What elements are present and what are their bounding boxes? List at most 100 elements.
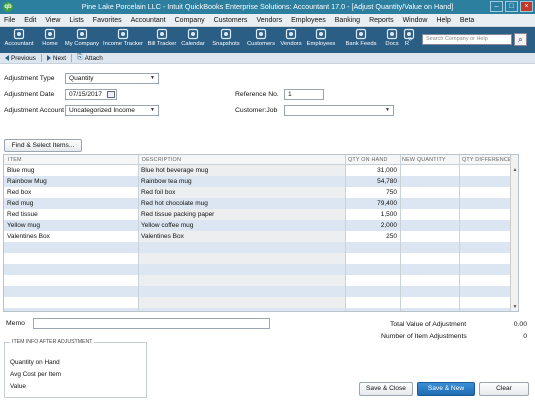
menu-vendors[interactable]: Vendors	[256, 17, 282, 24]
menu-edit[interactable]: Edit	[24, 17, 36, 24]
cell-item[interactable]: Red mug	[7, 198, 135, 209]
menu-beta[interactable]: Beta	[460, 17, 474, 24]
menu-bar: File Edit View Lists Favorites Accountant Comp…	[0, 14, 535, 27]
customer-job-select[interactable]: ▼	[284, 105, 394, 116]
toolbar-vendors-button[interactable]: Vendors	[280, 28, 302, 47]
reference-field[interactable]: 1	[284, 89, 324, 100]
menu-banking[interactable]: Banking	[335, 17, 360, 24]
table-row[interactable]	[4, 308, 518, 311]
cell-description[interactable]: Valentines Box	[141, 231, 341, 242]
cell-description[interactable]: Blue hot beverage mug	[141, 165, 341, 176]
cell-item[interactable]: Blue mug	[7, 165, 135, 176]
adjustment-account-select[interactable]: Uncategorized Income ▼	[65, 105, 159, 116]
scroll-up-icon[interactable]: ▲	[511, 166, 518, 174]
search-button[interactable]: ⌕	[514, 33, 527, 46]
toolbar-home-button[interactable]: Home	[38, 28, 62, 47]
toolbar-label: Customers	[246, 41, 276, 47]
menu-reports[interactable]: Reports	[369, 17, 394, 24]
toolbar-label: Bill Tracker	[147, 41, 177, 47]
table-row[interactable]	[4, 253, 518, 264]
table-row[interactable]: Rainbow Mug Rainbow tea mug 54,780	[4, 176, 518, 187]
attach-button[interactable]: ⎘ Attach	[74, 54, 106, 62]
save-new-button[interactable]: Save & New	[417, 382, 475, 396]
menu-employees[interactable]: Employees	[291, 17, 326, 24]
toolbar-snapshots-button[interactable]: Snapshots	[210, 28, 242, 47]
cell-item[interactable]: Red box	[7, 187, 135, 198]
reports-icon	[403, 28, 415, 40]
cell-item[interactable]: Yellow mug	[7, 220, 135, 231]
scroll-down-icon[interactable]: ▼	[511, 303, 518, 311]
cell-qty[interactable]: 54,780	[347, 176, 397, 187]
table-scrollbar[interactable]: ▲ ▼	[510, 155, 518, 311]
cell-qty[interactable]: 250	[347, 231, 397, 242]
previous-button[interactable]: Previous	[2, 55, 39, 62]
toolbar-r-button[interactable]: R	[403, 28, 415, 47]
toolbar-label: Vendors	[280, 41, 302, 47]
cell-description[interactable]: Red foil box	[141, 187, 341, 198]
toolbar-docs-button[interactable]: Docs	[383, 28, 401, 47]
maximize-button[interactable]: □	[505, 1, 518, 12]
toolbar-employees-button[interactable]: Employees	[305, 28, 337, 47]
table-row[interactable]	[4, 286, 518, 297]
table-row[interactable]: Red mug Red hot chocolate mug 79,400	[4, 198, 518, 209]
table-row[interactable]: Red tissue Red tissue packing paper 1,500	[4, 209, 518, 220]
adjustment-date-field[interactable]: 07/15/2017	[65, 89, 117, 100]
cell-qty[interactable]: 31,000	[347, 165, 397, 176]
cell-qty[interactable]: 2,000	[347, 220, 397, 231]
table-row[interactable]: Red box Red foil box 750	[4, 187, 518, 198]
adjustment-type-select[interactable]: Quantity ▼	[65, 73, 159, 84]
menu-company[interactable]: Company	[175, 17, 205, 24]
table-row[interactable]	[4, 297, 518, 308]
previous-arrow-icon	[5, 55, 9, 61]
cell-qty[interactable]: 79,400	[347, 198, 397, 209]
home-icon	[44, 28, 56, 40]
customers-icon	[255, 28, 267, 40]
find-select-items-button[interactable]: Find & Select Items...	[4, 139, 82, 152]
toolbar-income-tracker-button[interactable]: Income Tracker	[102, 28, 144, 47]
nav-divider	[40, 54, 42, 62]
table-row[interactable]	[4, 275, 518, 286]
menu-help[interactable]: Help	[436, 17, 450, 24]
cell-description[interactable]: Red tissue packing paper	[141, 209, 341, 220]
minimize-button[interactable]: –	[490, 1, 503, 12]
toolbar-calendar-button[interactable]: Calendar	[180, 28, 206, 47]
column-divider	[459, 155, 460, 311]
cell-item[interactable]: Rainbow Mug	[7, 176, 135, 187]
toolbar-my-company-button[interactable]: My Company	[64, 28, 100, 47]
cell-item[interactable]: Red tissue	[7, 209, 135, 220]
menu-lists[interactable]: Lists	[69, 17, 83, 24]
cell-description[interactable]: Rainbow tea mug	[141, 176, 341, 187]
table-row[interactable]: Yellow mug Yellow coffee mug 2,000	[4, 220, 518, 231]
toolbar-accountant-button[interactable]: Accountant	[2, 28, 36, 47]
save-close-button[interactable]: Save & Close	[359, 382, 413, 396]
calendar-icon[interactable]	[107, 91, 115, 98]
close-button[interactable]: ×	[520, 1, 533, 12]
toolbar-bill-tracker-button[interactable]: Bill Tracker	[147, 28, 177, 47]
cell-description[interactable]: Yellow coffee mug	[141, 220, 341, 231]
memo-label: Memo	[6, 320, 25, 327]
cell-item[interactable]: Valentines Box	[7, 231, 135, 242]
menu-window[interactable]: Window	[403, 17, 428, 24]
menu-favorites[interactable]: Favorites	[93, 17, 122, 24]
toolbar-bank-feeds-button[interactable]: Bank Feeds	[343, 28, 379, 47]
menu-view[interactable]: View	[45, 17, 60, 24]
items-table: ITEM DESCRIPTION QTY ON HAND NEW QUANTIT…	[3, 154, 519, 312]
search-input[interactable]: Search Company or Help	[422, 34, 512, 45]
info-value-label: Value	[10, 383, 26, 390]
table-row[interactable]: Blue mug Blue hot beverage mug 31,000	[4, 165, 518, 176]
menu-customers[interactable]: Customers	[214, 17, 248, 24]
cell-qty[interactable]: 1,500	[347, 209, 397, 220]
next-button[interactable]: Next	[44, 55, 69, 62]
cell-qty[interactable]: 750	[347, 187, 397, 198]
accountant-icon	[13, 28, 25, 40]
cell-description[interactable]: Red hot chocolate mug	[141, 198, 341, 209]
table-row[interactable]	[4, 242, 518, 253]
toolbar-customers-button[interactable]: Customers	[245, 28, 277, 47]
menu-file[interactable]: File	[4, 17, 15, 24]
clear-button[interactable]: Clear	[479, 382, 529, 396]
title-bar: qb Pine Lake Porcelain LLC - Intuit Quic…	[0, 0, 535, 14]
menu-accountant[interactable]: Accountant	[131, 17, 166, 24]
table-row[interactable]: Valentines Box Valentines Box 250	[4, 231, 518, 242]
memo-field[interactable]	[33, 318, 270, 329]
table-row[interactable]	[4, 264, 518, 275]
